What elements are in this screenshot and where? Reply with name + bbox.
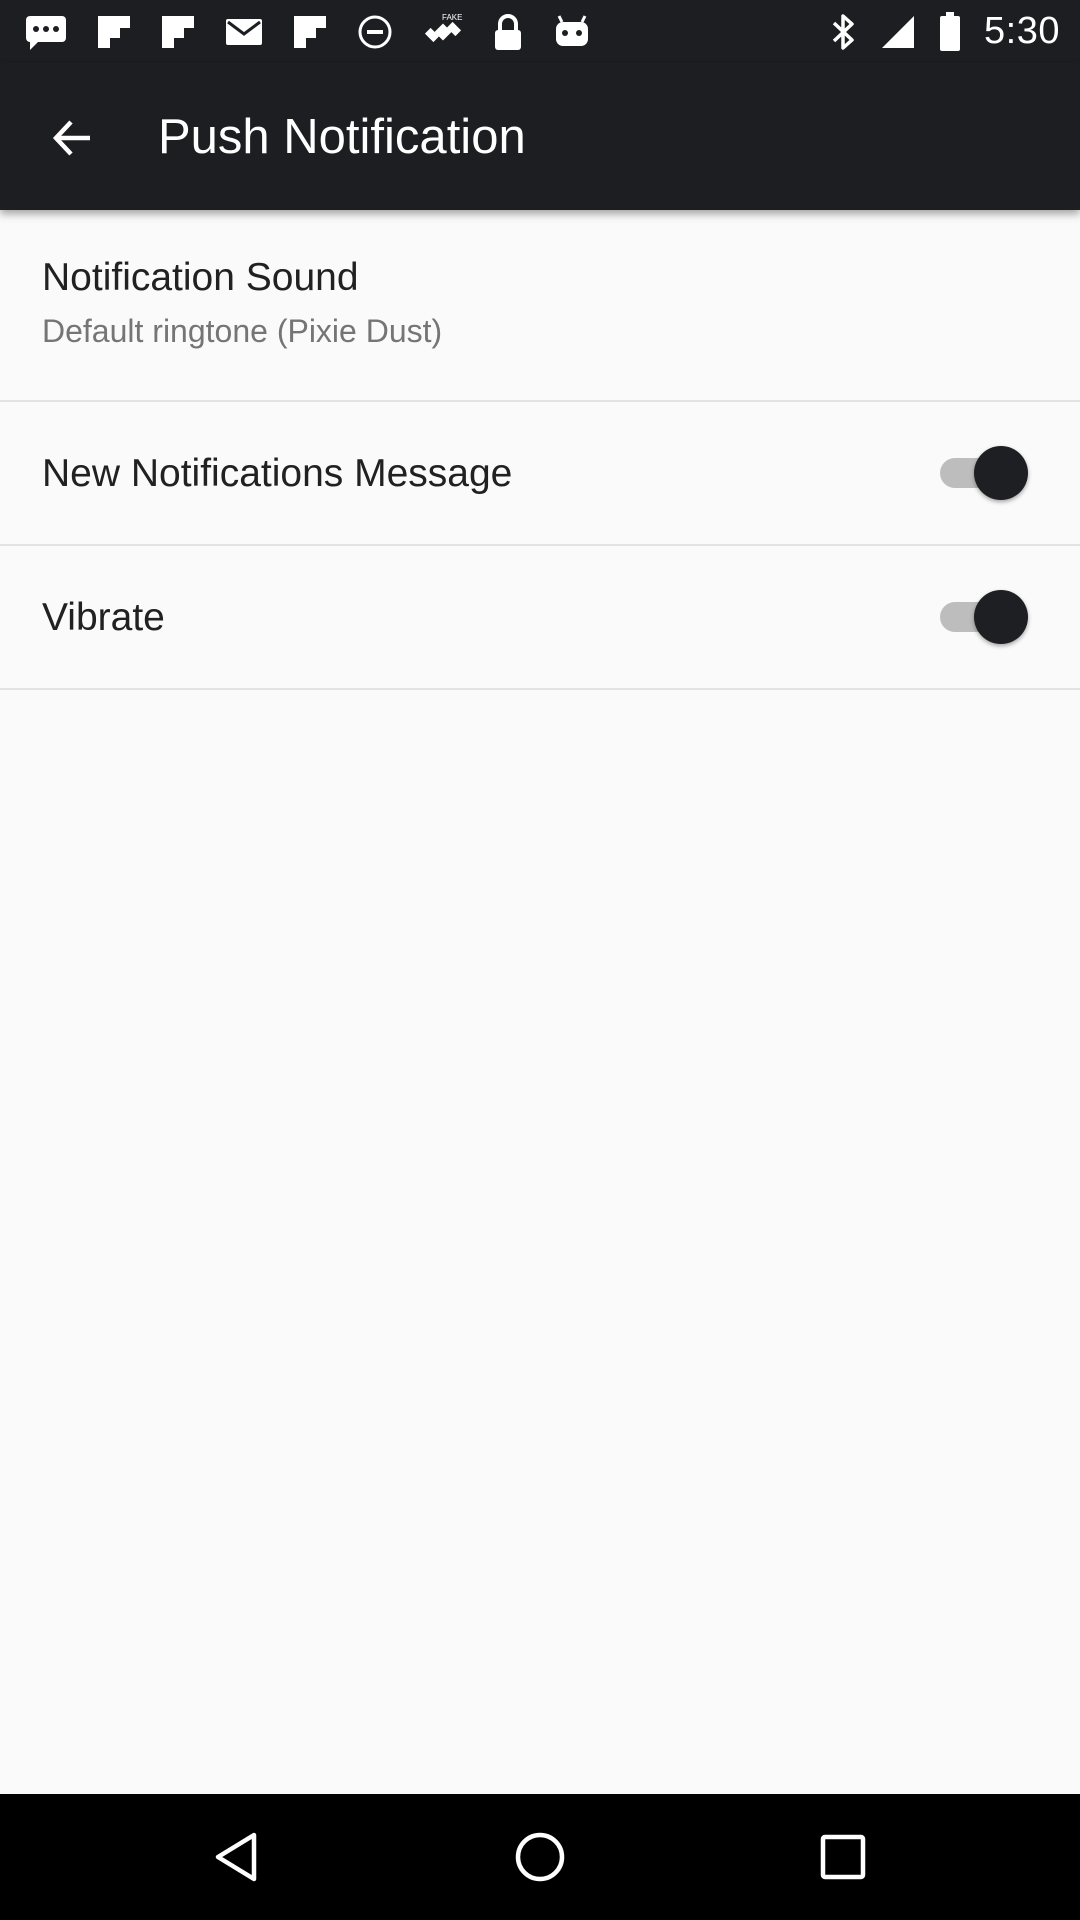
email-icon bbox=[224, 16, 264, 48]
vibrate-item[interactable]: Vibrate bbox=[0, 546, 1080, 690]
vibrate-title: Vibrate bbox=[42, 596, 165, 639]
status-bar: FAKE 5:30 bbox=[0, 0, 1080, 63]
flipboard-icon bbox=[160, 14, 196, 50]
vibrate-switch[interactable] bbox=[932, 587, 1028, 647]
nav-back-button[interactable] bbox=[196, 1817, 276, 1897]
notification-sound-summary: Default ringtone (Pixie Dust) bbox=[42, 313, 443, 349]
new-notifications-message-switch[interactable] bbox=[932, 443, 1028, 503]
page-title: Push Notification bbox=[158, 109, 526, 164]
new-notifications-message-item[interactable]: New Notifications Message bbox=[0, 402, 1080, 546]
notification-sound-title: Notification Sound bbox=[42, 256, 359, 299]
home-circle-icon bbox=[515, 1832, 565, 1882]
status-bar-notification-icons: FAKE bbox=[24, 0, 592, 63]
status-bar-system-icons: 5:30 bbox=[830, 0, 1060, 63]
notification-sound-item[interactable]: Notification Sound Default ringtone (Pix… bbox=[0, 210, 1080, 402]
battery-icon bbox=[938, 11, 962, 53]
app-bar: Push Notification bbox=[0, 63, 1080, 210]
preference-list: Notification Sound Default ringtone (Pix… bbox=[0, 210, 1080, 690]
flipboard-icon bbox=[292, 14, 328, 50]
back-button[interactable] bbox=[28, 94, 116, 182]
android-icon bbox=[552, 14, 592, 50]
switch-thumb bbox=[974, 590, 1028, 644]
flipboard-icon bbox=[96, 14, 132, 50]
screen: FAKE 5:30 Push Notification Notification… bbox=[0, 0, 1080, 1920]
navigation-bar bbox=[0, 1794, 1080, 1920]
svg-text:FAKE: FAKE bbox=[442, 13, 462, 22]
bluetooth-icon bbox=[830, 11, 858, 53]
arrow-back-icon bbox=[52, 120, 90, 156]
status-bar-time: 5:30 bbox=[984, 10, 1060, 52]
lock-icon bbox=[492, 12, 524, 52]
new-notifications-message-title: New Notifications Message bbox=[42, 452, 513, 495]
satellite-fake-gps-icon: FAKE bbox=[422, 11, 464, 53]
circle-icon bbox=[356, 13, 394, 51]
nav-home-button[interactable] bbox=[500, 1817, 580, 1897]
nav-recents-button[interactable] bbox=[803, 1817, 883, 1897]
message-icon bbox=[24, 12, 68, 52]
recents-square-icon bbox=[820, 1834, 866, 1880]
switch-thumb bbox=[974, 446, 1028, 500]
signal-icon bbox=[880, 14, 916, 50]
back-triangle-icon bbox=[215, 1832, 257, 1882]
